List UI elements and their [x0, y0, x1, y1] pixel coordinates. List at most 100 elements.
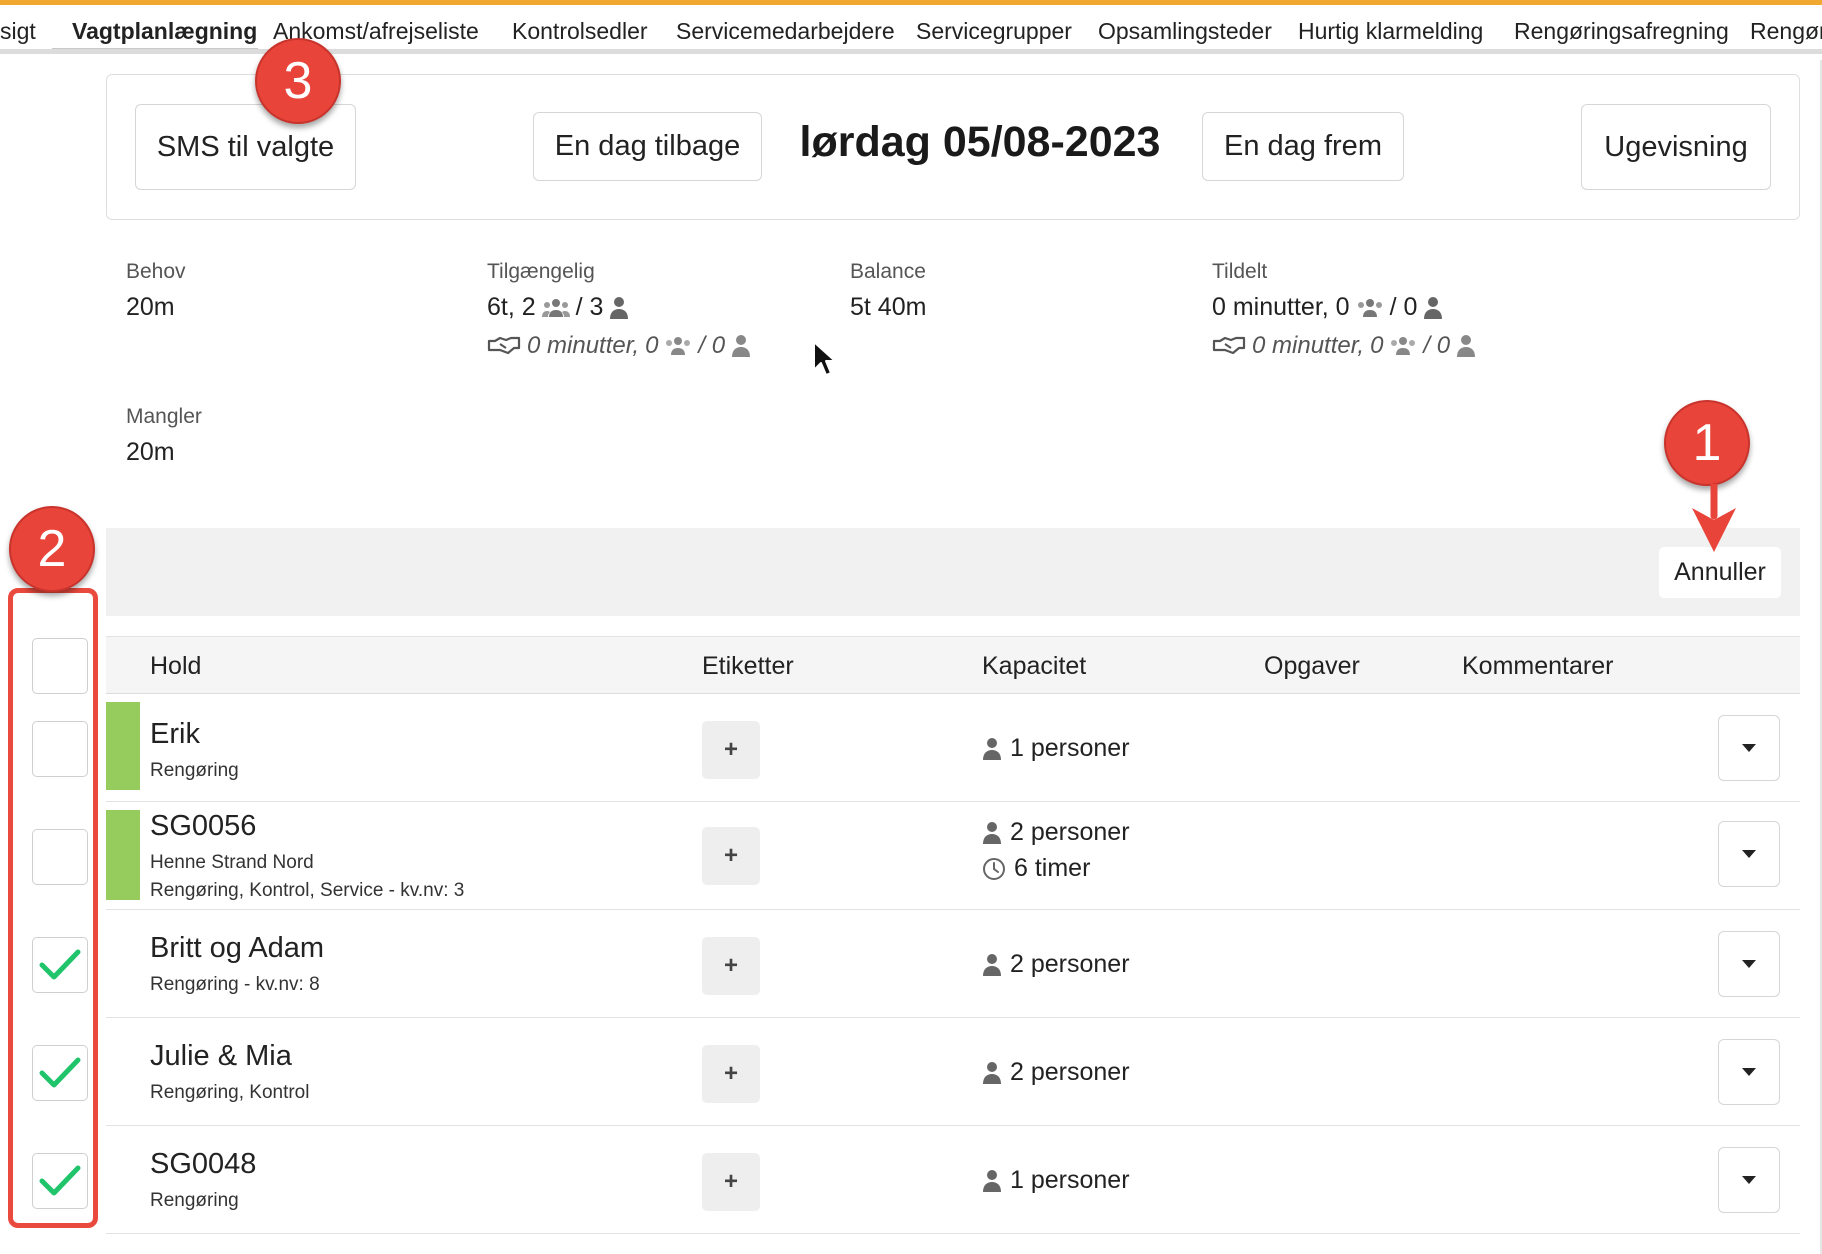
mangler-value-text: 20m	[126, 438, 175, 466]
week-view-button[interactable]: Ugevisning	[1581, 104, 1771, 190]
capacity: 2 personer	[982, 1058, 1130, 1087]
sms-selected-button[interactable]: SMS til valgte	[135, 104, 356, 190]
annotation-highlight-box	[8, 588, 98, 1228]
person-icon	[1424, 296, 1443, 319]
tilgaengelig-value-text: 6t, 2	[487, 293, 536, 321]
add-label-button[interactable]: +	[702, 1153, 760, 1211]
row-menu-dropdown[interactable]	[1718, 1039, 1780, 1105]
previous-day-button[interactable]: En dag tilbage	[533, 112, 762, 181]
tab-rengoering-more[interactable]: Rengør	[1750, 18, 1822, 45]
add-label-button[interactable]: +	[702, 721, 760, 779]
cancel-button[interactable]: Annuller	[1659, 547, 1781, 598]
group-icon	[1391, 337, 1416, 355]
mangler-value: 20m	[126, 438, 175, 467]
tildelt-value-text: 0 minutter, 0	[1212, 293, 1350, 321]
team-subtitle: Rengøring, Kontrol, Service - kv.nv: 3	[150, 880, 465, 901]
team-name: SG0048	[150, 1148, 257, 1180]
capacity: 2 personer	[982, 950, 1130, 979]
tab-kontrolsedler[interactable]: Kontrolsedler	[512, 18, 648, 45]
table-row: Britt og Adam Rengøring - kv.nv: 8 + 2 p…	[106, 910, 1800, 1018]
tab-vagtplanlaegning[interactable]: Vagtplanlægning	[72, 18, 257, 45]
hours: 6 timer	[982, 854, 1090, 883]
tab-opsamlingsteder[interactable]: Opsamlingsteder	[1098, 18, 1272, 45]
person-icon	[983, 1061, 1001, 1084]
tildelt-sub-text: 0 minutter,	[1252, 332, 1365, 359]
capacity-text: 1 personer	[1010, 734, 1130, 762]
row-menu-dropdown[interactable]	[1718, 1147, 1780, 1213]
team-name: SG0056	[150, 810, 257, 842]
tab-servicegrupper[interactable]: Servicegrupper	[916, 18, 1072, 45]
add-label-button[interactable]: +	[702, 937, 760, 995]
col-header-opgaver: Opgaver	[1264, 652, 1360, 680]
row-menu-dropdown[interactable]	[1718, 931, 1780, 997]
team-color-bar	[106, 810, 140, 900]
tildelt-sub: 0 minutter, 0 / 0	[1212, 332, 1476, 360]
person-icon	[610, 296, 629, 319]
tab-hurtig-klarmelding[interactable]: Hurtig klarmelding	[1298, 18, 1483, 45]
team-location: Henne Strand Nord	[150, 852, 314, 873]
hours-text: 6 timer	[1014, 854, 1091, 882]
clock-icon	[983, 857, 1005, 880]
behov-label: Behov	[126, 260, 186, 283]
capacity-text: 2 personer	[1010, 950, 1130, 978]
row-menu-dropdown[interactable]	[1718, 715, 1780, 781]
capacity: 1 personer	[982, 734, 1130, 763]
caret-down-icon	[1742, 1068, 1756, 1076]
team-name: Julie & Mia	[150, 1040, 292, 1072]
col-header-kapacitet: Kapacitet	[982, 652, 1087, 680]
table-row: SG0048 Rengøring + 1 personer	[106, 1126, 1800, 1234]
row-menu-dropdown[interactable]	[1718, 821, 1780, 887]
tilgaengelig-sub-text: 0 minutter,	[527, 332, 640, 359]
annotation-arrow-icon	[1692, 484, 1736, 552]
balance-value-text: 5t 40m	[850, 293, 927, 321]
capacity-text: 2 personer	[1010, 818, 1130, 846]
table-row: SG0056 Henne Strand Nord Rengøring, Kont…	[106, 802, 1800, 910]
add-label-button[interactable]: +	[702, 1045, 760, 1103]
capacity: 2 personer	[982, 818, 1130, 847]
person-icon	[983, 1169, 1001, 1192]
tildelt-label: Tildelt	[1212, 260, 1268, 283]
tab-oversigt[interactable]: sigt	[0, 18, 36, 45]
col-header-etiketter: Etiketter	[702, 652, 794, 680]
person-icon	[1457, 335, 1476, 357]
table-row: Julie & Mia Rengøring, Kontrol + 2 perso…	[106, 1018, 1800, 1126]
mangler-label: Mangler	[126, 405, 202, 428]
team-subtitle: Rengøring	[150, 760, 239, 781]
caret-down-icon	[1742, 744, 1756, 752]
annotation-badge-3: 3	[255, 38, 341, 124]
mouse-cursor-icon	[813, 341, 836, 376]
team-subtitle: Rengøring, Kontrol	[150, 1082, 310, 1103]
handshake-icon	[487, 336, 521, 355]
tab-rengoeringsafregning[interactable]: Rengøringsafregning	[1514, 18, 1729, 45]
tilgaengelig-label: Tilgængelig	[487, 260, 595, 283]
tilgaengelig-sub-sep: / 0	[698, 332, 726, 359]
tilgaengelig-value-sep: / 3	[575, 293, 604, 321]
tilgaengelig-sub-groups: 0	[645, 332, 659, 359]
tildelt-value-sep: / 0	[1389, 293, 1418, 321]
team-name: Britt og Adam	[150, 932, 325, 964]
capacity: 1 personer	[982, 1166, 1130, 1195]
tab-servicemedarbejdere[interactable]: Servicemedarbejdere	[676, 18, 895, 45]
balance-label: Balance	[850, 260, 926, 283]
caret-down-icon	[1742, 1176, 1756, 1184]
annotation-badge-2: 2	[9, 506, 95, 592]
tildelt-sub-sep: / 0	[1423, 332, 1451, 359]
add-label-button[interactable]: +	[702, 827, 760, 885]
next-day-button[interactable]: En dag frem	[1202, 112, 1404, 181]
date-title: lørdag 05/08-2023	[799, 118, 1161, 166]
active-tab-indicator	[52, 48, 258, 49]
behov-value-text: 20m	[126, 293, 175, 321]
group-icon	[666, 337, 691, 355]
annotation-badge-1: 1	[1664, 400, 1750, 486]
table-header: Hold Etiketter Kapacitet Opgaver Komment…	[106, 636, 1800, 694]
person-icon	[983, 953, 1001, 976]
balance-value: 5t 40m	[850, 293, 926, 322]
person-icon	[732, 335, 751, 357]
tildelt-value: 0 minutter, 0 / 0	[1212, 293, 1443, 322]
team-color-bar	[106, 702, 140, 790]
tildelt-sub-groups: 0	[1370, 332, 1384, 359]
group-icon	[1357, 298, 1382, 317]
handshake-icon	[1212, 336, 1246, 355]
team-name: Erik	[150, 718, 200, 750]
selection-toolbar	[106, 528, 1800, 616]
